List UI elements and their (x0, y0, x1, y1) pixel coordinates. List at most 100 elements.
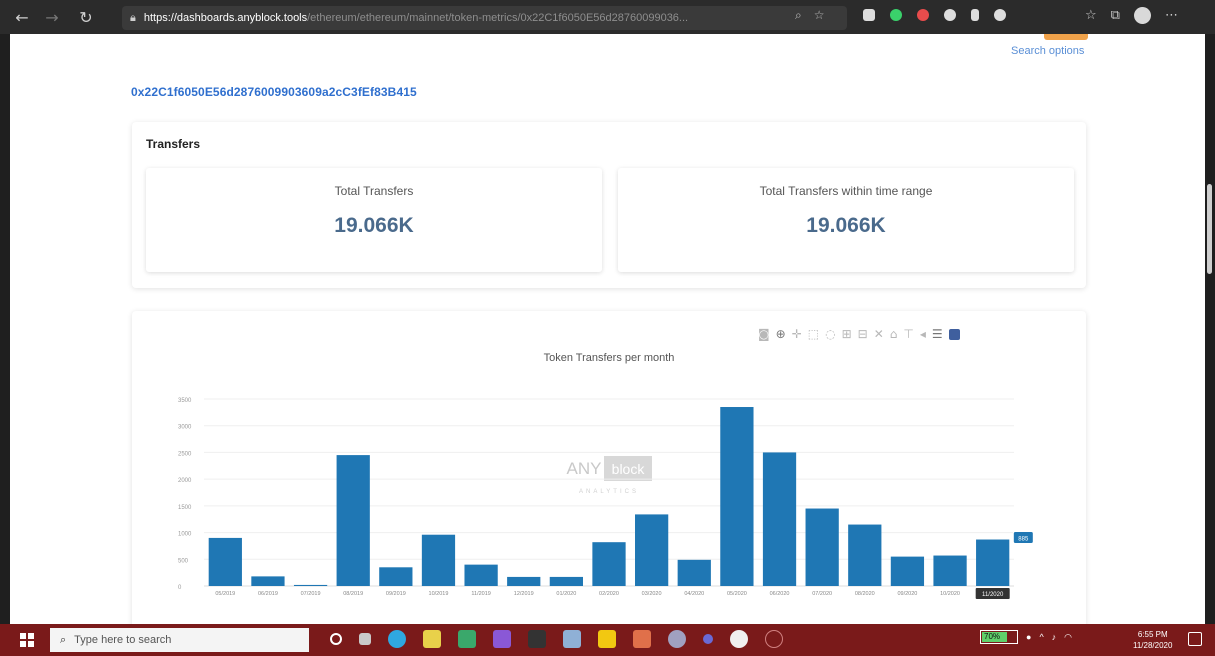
bar[interactable] (848, 524, 882, 586)
y-tick-label: 2500 (178, 451, 192, 457)
forward-arrow-icon[interactable]: → (38, 3, 66, 31)
scrollbar-thumb[interactable] (1207, 184, 1212, 274)
x-tick-label: 07/2020 (812, 591, 832, 597)
more-menu-icon[interactable]: ⋯ (1165, 8, 1178, 23)
edge-browser-icon[interactable] (388, 630, 406, 648)
app-icon[interactable] (598, 630, 616, 648)
page-content: Search options 0x22C1f6050E56d2876009903… (10, 34, 1205, 624)
hover-value-label: 885 (1018, 537, 1029, 543)
app-icon[interactable] (765, 630, 783, 648)
y-tick-label: 1000 (178, 532, 192, 538)
bar[interactable] (592, 542, 626, 586)
chrome-icon[interactable] (730, 630, 748, 648)
x-tick-label: 05/2019 (215, 591, 235, 597)
system-tray: 70% ● ^ ♪ ◠ (980, 630, 1072, 644)
bar[interactable] (677, 559, 711, 586)
app-icon[interactable] (703, 634, 713, 644)
task-view-icon[interactable] (359, 633, 371, 645)
extension-icon[interactable] (994, 9, 1006, 21)
x-tick-label: 06/2019 (258, 591, 278, 597)
bar[interactable] (762, 452, 797, 586)
extension-icon[interactable] (971, 9, 979, 21)
volume-icon[interactable]: ♪ (1052, 632, 1057, 642)
clock-time: 6:55 PM (1137, 630, 1168, 639)
show-hidden-icons-icon[interactable]: ^ (1039, 632, 1043, 642)
chart-card: ◙ ⊕ ✛ ⬚ ◌ ⊞ ⊟ ✕ ⌂ ⊤ ◂ ☰ Token Transfers … (132, 311, 1086, 624)
battery-level: 70% (982, 632, 1008, 642)
visual-studio-icon[interactable] (493, 630, 511, 648)
app-icon[interactable] (633, 630, 651, 648)
x-tick-label: 10/2020 (940, 591, 960, 597)
file-explorer-icon[interactable] (423, 630, 441, 648)
location-icon[interactable]: ● (1026, 632, 1031, 642)
bar[interactable] (293, 584, 328, 586)
address-bar[interactable]: 🔒︎ https://dashboards.anyblock.tools /et… (122, 6, 847, 30)
profile-avatar-icon[interactable] (1133, 7, 1151, 24)
bar[interactable] (379, 567, 413, 586)
app-icon[interactable] (563, 630, 581, 648)
y-tick-label: 3500 (178, 398, 192, 404)
extension-icon[interactable] (944, 9, 956, 21)
bar[interactable] (976, 539, 1010, 586)
x-tick-label: 09/2020 (897, 591, 917, 597)
page-scrollbar[interactable] (1205, 34, 1215, 624)
anyblock-watermark: ANY block ANALYTICS (567, 456, 652, 495)
collections-icon[interactable]: ⧉ (1111, 8, 1120, 23)
total-transfers-value: 19.066K (334, 214, 414, 237)
transfers-title: Transfers (146, 137, 201, 151)
terminal-icon[interactable] (528, 630, 546, 648)
favorites-icon[interactable]: ☆ (1085, 8, 1097, 23)
taskbar-search-box[interactable]: ⌕ Type here to search (50, 628, 309, 652)
windows-start-icon[interactable] (20, 633, 34, 647)
watermark-sub: ANALYTICS (579, 489, 639, 495)
taskbar-clock[interactable]: 6:55 PM 11/28/2020 (1133, 629, 1172, 651)
notifications-icon[interactable] (1188, 632, 1202, 646)
app-icon[interactable] (668, 630, 686, 648)
y-tick-label: 500 (178, 558, 189, 564)
chart-title: Token Transfers per month (544, 352, 675, 364)
x-tick-label: 09/2019 (386, 591, 406, 597)
back-arrow-icon[interactable]: ← (8, 3, 36, 31)
search-options-link[interactable]: Search options (1011, 45, 1084, 57)
range-transfers-stat: Total Transfers within time range 19.066… (618, 168, 1074, 272)
y-tick-label: 3000 (178, 425, 192, 431)
x-tick-label: 08/2020 (855, 591, 875, 597)
clock-date: 11/28/2020 (1133, 641, 1173, 650)
bar[interactable] (251, 576, 285, 586)
bar[interactable] (336, 455, 370, 586)
search-tab-handle[interactable] (1044, 34, 1088, 40)
bar[interactable] (635, 514, 669, 586)
bar[interactable] (208, 537, 242, 586)
windows-taskbar: ⌕ Type here to search 70% ● ^ ♪ ◠ 6:55 P… (0, 624, 1215, 656)
bar[interactable] (933, 555, 967, 586)
range-transfers-value: 19.066K (806, 214, 886, 237)
refresh-icon[interactable]: ↻ (72, 3, 100, 31)
x-tick-label: 11/2019 (471, 591, 490, 597)
bar[interactable] (890, 556, 925, 586)
total-transfers-label: Total Transfers (334, 184, 414, 198)
token-address-link[interactable]: 0x22C1f6050E56d2876009903609a2cC3fEf83B4… (131, 85, 417, 99)
app-icon[interactable] (458, 630, 476, 648)
extension-icon[interactable] (890, 9, 902, 21)
x-tick-label: 02/2020 (599, 591, 619, 597)
bar[interactable] (805, 508, 839, 586)
y-tick-label: 1500 (178, 505, 192, 511)
bar[interactable] (507, 576, 541, 586)
transfers-card: Transfers Total Transfers 19.066K Total … (132, 122, 1086, 288)
x-tick-label: 05/2020 (727, 591, 747, 597)
cortana-icon[interactable] (330, 633, 342, 645)
bar[interactable] (720, 407, 754, 586)
extension-icon[interactable] (917, 9, 929, 21)
x-tick-label: 03/2020 (642, 591, 662, 597)
favorite-star-icon[interactable]: ☆ (814, 8, 825, 23)
search-icon: ⌕ (60, 633, 67, 646)
search-icon[interactable]: ⌕ (795, 8, 802, 23)
x-tick-label: 04/2020 (684, 591, 704, 597)
battery-icon[interactable]: 70% (980, 630, 1018, 644)
wifi-icon[interactable]: ◠ (1064, 632, 1072, 643)
bar[interactable] (549, 576, 583, 586)
extension-icon[interactable] (863, 9, 875, 21)
y-tick-label: 2000 (178, 478, 192, 484)
bar[interactable] (464, 564, 498, 586)
bar[interactable] (421, 534, 456, 586)
